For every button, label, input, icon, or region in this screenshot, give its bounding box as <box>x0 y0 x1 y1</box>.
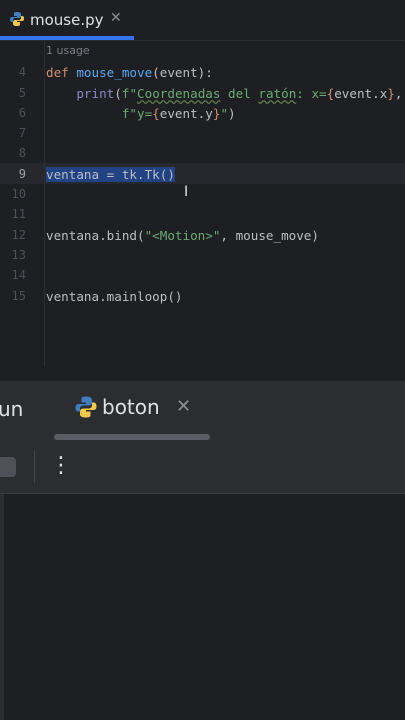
tab-scrollbar[interactable] <box>54 434 210 440</box>
code-text: ventana.bind( <box>46 228 145 243</box>
string-literal: f"y= <box>121 106 153 121</box>
brace: } <box>387 86 395 101</box>
code-text: ventana.mainloop() <box>46 289 183 304</box>
string-literal: " <box>220 106 229 121</box>
run-tab-bar <box>0 383 405 441</box>
string-literal: : x= <box>296 86 327 101</box>
line-number: 7 <box>18 126 26 140</box>
tab-run-partial[interactable]: un <box>0 397 23 421</box>
code-text: , <box>394 86 403 101</box>
code-line-4: def mouse_move(event): <box>46 65 213 80</box>
code-text: event.x <box>334 86 388 101</box>
panel-gap <box>0 366 405 382</box>
close-icon[interactable]: ✕ <box>110 10 122 26</box>
tab-filename: mouse.py <box>30 11 104 29</box>
toolbar-separator <box>34 451 35 483</box>
string-literal: del <box>220 86 259 101</box>
close-icon[interactable]: ✕ <box>176 396 191 417</box>
string-literal: "<Motion>" <box>144 228 221 243</box>
line-number-current: 9 <box>18 167 26 181</box>
line-number: 13 <box>11 248 26 262</box>
code-text: (event): <box>152 65 213 80</box>
code-text: ) <box>228 106 236 121</box>
function-name: mouse_move <box>76 65 153 80</box>
python-icon <box>74 395 98 423</box>
string-literal-typo: ratón <box>258 86 297 101</box>
brace: { <box>152 106 160 121</box>
usage-hint[interactable]: 1 usage <box>46 44 90 57</box>
line-number: 12 <box>11 228 26 242</box>
code-text: , mouse_move) <box>220 228 319 243</box>
more-options-icon[interactable]: ⋮ <box>50 453 72 478</box>
string-literal: f" <box>121 86 138 101</box>
line-number: 10 <box>11 187 26 201</box>
line-number: 6 <box>18 106 26 120</box>
tab-mouse-py[interactable]: mouse.py ✕ <box>0 0 134 40</box>
python-icon <box>9 11 25 31</box>
line-number: 15 <box>11 289 26 303</box>
tab-boton[interactable]: boton <box>102 395 160 419</box>
keyword-def: def <box>46 65 69 80</box>
code-line-6: f"y={event.y}") <box>46 106 236 121</box>
text-cursor-icon: I <box>184 184 189 200</box>
string-literal-typo: Coordenadas <box>137 86 221 101</box>
code-line-12: ventana.bind("<Motion>", mouse_move) <box>46 228 319 243</box>
selected-text[interactable]: ventana = tk.Tk() <box>46 167 175 182</box>
code-line-5: print(f"Coordenadas del ratón: x={event.… <box>46 86 402 101</box>
builtin-print: print <box>76 86 115 101</box>
line-number: 5 <box>18 86 26 100</box>
line-number: 4 <box>18 65 26 79</box>
code-text: event.y <box>159 106 213 121</box>
gutter-separator <box>44 41 45 366</box>
stop-button[interactable] <box>0 457 16 477</box>
console-output[interactable] <box>0 494 405 720</box>
line-number: 8 <box>18 146 26 160</box>
line-number: 11 <box>11 207 26 221</box>
code-text: ( <box>114 86 122 101</box>
line-number: 14 <box>11 268 26 282</box>
console-gutter <box>0 494 4 720</box>
code-line-9: ventana = tk.Tk() <box>46 167 175 182</box>
code-line-15: ventana.mainloop() <box>46 289 182 304</box>
